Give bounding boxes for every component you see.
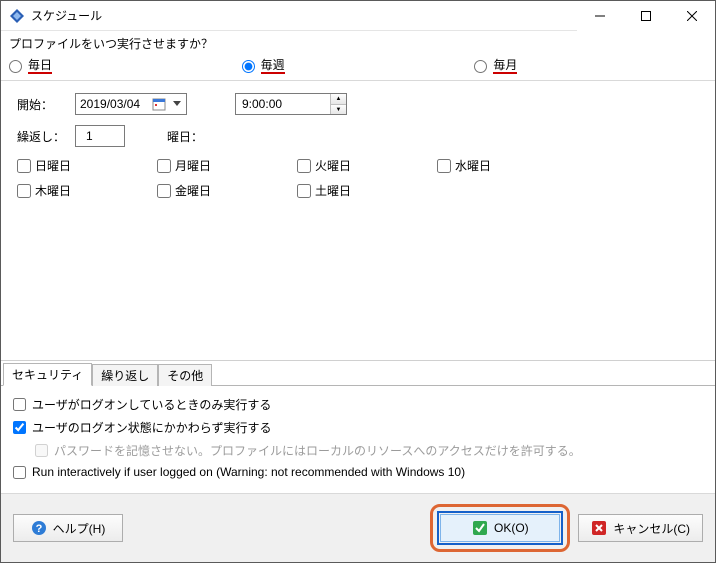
day-wed[interactable]: 水曜日 xyxy=(437,157,577,174)
ok-button[interactable]: OK(O) xyxy=(440,514,560,542)
help-icon: ? xyxy=(31,520,47,536)
start-date-value: 2019/03/04 xyxy=(80,97,140,111)
tabs-area: セキュリティ 繰り返し その他 ユーザがログオンしているときのみ実行する ユーザ… xyxy=(1,360,715,493)
button-bar: ? ヘルプ(H) OK(O) キャンセル(C) xyxy=(1,493,715,562)
ok-highlight: OK(O) xyxy=(430,504,570,552)
tab-repeat[interactable]: 繰り返し xyxy=(92,364,158,386)
minimize-button[interactable] xyxy=(577,1,623,31)
day-sun[interactable]: 日曜日 xyxy=(17,157,157,174)
day-mon[interactable]: 月曜日 xyxy=(157,157,297,174)
check-icon xyxy=(472,520,488,536)
opt-regardless[interactable]: ユーザのログオン状態にかかわらず実行する xyxy=(13,419,703,436)
cancel-icon xyxy=(591,520,607,536)
dow-label: 曜日： xyxy=(167,128,203,145)
tab-body-security: ユーザがログオンしているときのみ実行する ユーザのログオン状態にかかわらず実行す… xyxy=(1,385,715,493)
repeat-count-value: 1 xyxy=(86,129,93,143)
opt-no-save-password: パスワードを記憶させない。プロファイルにはローカルのリソースへのアクセスだけを許… xyxy=(35,442,703,459)
time-spinner[interactable]: ▲ ▼ xyxy=(330,94,346,114)
schedule-prompt: プロファイルをいつ実行させますか？ xyxy=(1,31,715,54)
spin-up-icon[interactable]: ▲ xyxy=(331,94,346,104)
chevron-down-icon xyxy=(170,97,184,111)
spin-down-icon[interactable]: ▼ xyxy=(331,104,346,115)
days-of-week: 日曜日 月曜日 火曜日 水曜日 木曜日 金曜日 土曜日 xyxy=(17,157,699,199)
calendar-icon xyxy=(152,97,166,111)
frequency-weekly-label: 毎週 xyxy=(261,58,285,74)
start-time-value: 9:00:00 xyxy=(242,97,282,111)
opt-only-logged-on[interactable]: ユーザがログオンしているときのみ実行する xyxy=(13,396,703,413)
frequency-monthly[interactable]: 毎月 xyxy=(474,58,707,74)
repeat-row: 繰返し： 1 曜日： xyxy=(17,125,699,147)
ok-button-label: OK(O) xyxy=(494,521,529,535)
tab-other[interactable]: その他 xyxy=(158,364,212,386)
day-tue[interactable]: 火曜日 xyxy=(297,157,437,174)
window-title: スケジュール xyxy=(31,7,102,24)
tabstrip: セキュリティ 繰り返し その他 xyxy=(1,361,715,385)
titlebar: スケジュール xyxy=(1,1,715,31)
ok-focus-ring: OK(O) xyxy=(437,511,563,545)
frequency-monthly-label: 毎月 xyxy=(493,58,517,74)
cancel-button[interactable]: キャンセル(C) xyxy=(578,514,703,542)
svg-text:?: ? xyxy=(35,523,42,535)
repeat-count-input[interactable]: 1 xyxy=(75,125,125,147)
day-sat[interactable]: 土曜日 xyxy=(297,182,437,199)
repeat-label: 繰返し： xyxy=(17,128,67,145)
maximize-button[interactable] xyxy=(623,1,669,31)
start-time-picker[interactable]: 9:00:00 ▲ ▼ xyxy=(235,93,347,115)
tab-security[interactable]: セキュリティ xyxy=(3,363,92,386)
schedule-dialog: スケジュール プロファイルをいつ実行させますか？ 毎日 毎週 毎月 開始： xyxy=(0,0,716,563)
start-row: 開始： 2019/03/04 9:00:00 ▲ xyxy=(17,93,699,115)
close-button[interactable] xyxy=(669,1,715,31)
frequency-daily-label: 毎日 xyxy=(28,58,52,74)
help-button[interactable]: ? ヘルプ(H) xyxy=(13,514,123,542)
day-fri[interactable]: 金曜日 xyxy=(157,182,297,199)
frequency-row: 毎日 毎週 毎月 xyxy=(1,54,715,81)
frequency-weekly[interactable]: 毎週 xyxy=(242,58,475,74)
cancel-button-label: キャンセル(C) xyxy=(613,520,690,537)
start-date-picker[interactable]: 2019/03/04 xyxy=(75,93,187,115)
day-thu[interactable]: 木曜日 xyxy=(17,182,157,199)
main-area: 開始： 2019/03/04 9:00:00 ▲ xyxy=(1,81,715,360)
opt-interactive[interactable]: Run interactively if user logged on (War… xyxy=(13,465,703,479)
help-button-label: ヘルプ(H) xyxy=(53,520,106,537)
app-icon xyxy=(9,8,25,24)
frequency-daily[interactable]: 毎日 xyxy=(9,58,242,74)
start-label: 開始： xyxy=(17,96,67,113)
